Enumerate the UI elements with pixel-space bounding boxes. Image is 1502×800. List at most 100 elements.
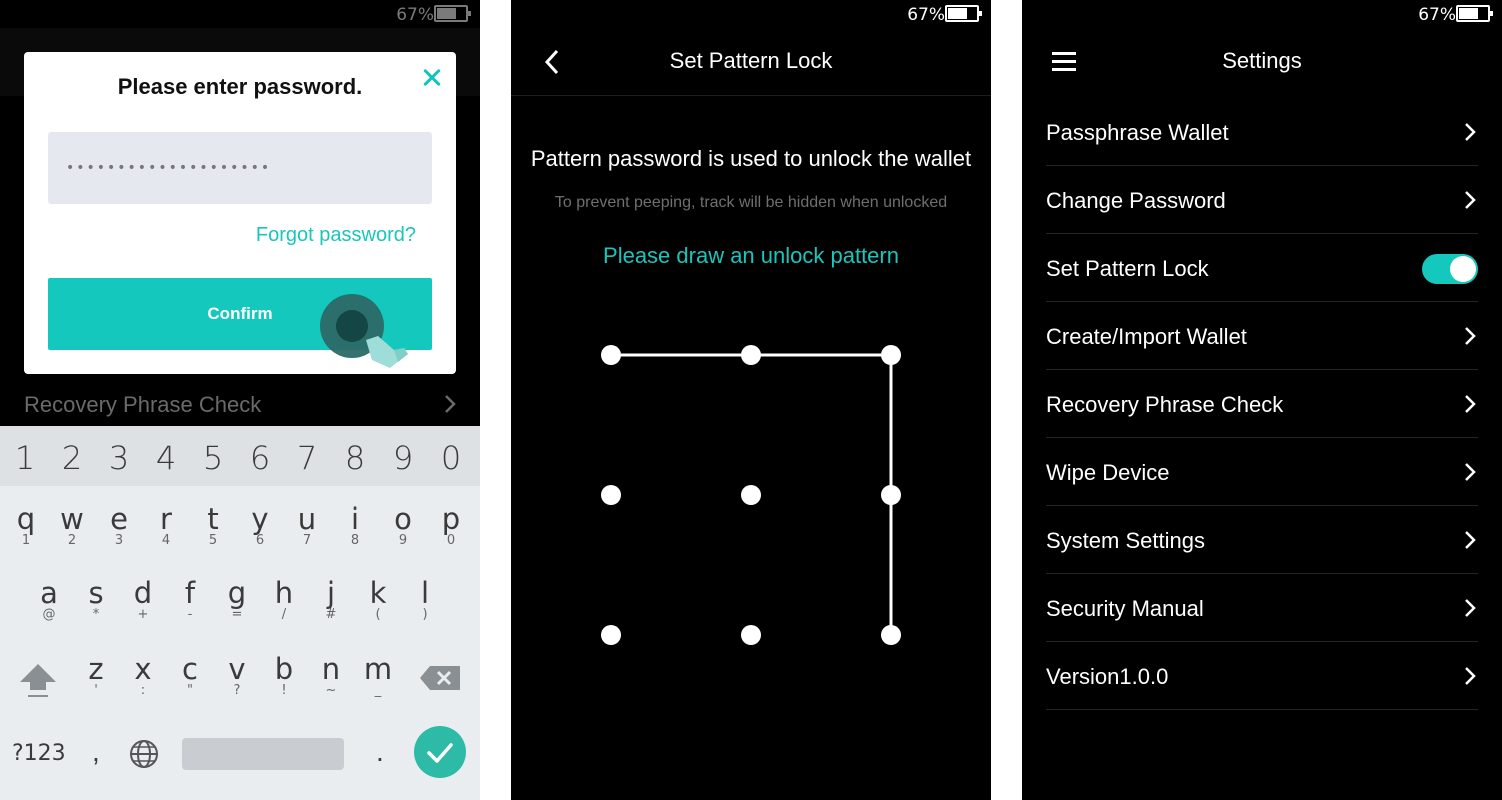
key-b[interactable]: b!	[261, 654, 307, 698]
key-letter: a	[40, 576, 58, 610]
key-o[interactable]: o9	[380, 504, 426, 548]
globe-icon[interactable]	[128, 738, 160, 770]
recovery-phrase-check-row[interactable]: Recovery Phrase Check	[0, 380, 480, 426]
key-hint: /	[281, 607, 287, 622]
settings-item-system-settings[interactable]: System Settings	[1046, 506, 1478, 574]
key-hint: "	[187, 683, 193, 698]
settings-item-label: System Settings	[1046, 528, 1205, 553]
settings-item-change-password[interactable]: Change Password	[1046, 166, 1478, 234]
settings-item-label: Security Manual	[1046, 596, 1204, 621]
key-e[interactable]: e3	[96, 504, 142, 548]
settings-item-set-pattern-lock[interactable]: Set Pattern Lock	[1046, 234, 1478, 302]
key-hint: 6	[255, 533, 265, 548]
key-letter: x	[134, 652, 152, 686]
key-6[interactable]: 6	[237, 439, 283, 477]
period-key[interactable]: .	[376, 736, 384, 768]
key-hint: :	[140, 683, 146, 698]
key-2[interactable]: 2	[49, 439, 95, 477]
space-bar[interactable]	[182, 738, 344, 770]
settings-item-label: Change Password	[1046, 188, 1226, 213]
key-u[interactable]: u7	[284, 504, 330, 548]
key-8[interactable]: 8	[332, 439, 378, 477]
pattern-dot-6[interactable]	[881, 485, 901, 505]
key-hint: ~	[325, 683, 337, 698]
pattern-dot-5[interactable]	[741, 485, 761, 505]
key-hint: =	[231, 607, 243, 622]
pattern-lock-toggle[interactable]	[1422, 254, 1478, 284]
key-letter: y	[251, 502, 269, 536]
settings-item-recovery-phrase-check[interactable]: Recovery Phrase Check	[1046, 370, 1478, 438]
key-h[interactable]: h /	[261, 578, 307, 622]
key-q[interactable]: q1	[3, 504, 49, 548]
password-input[interactable]	[48, 132, 432, 204]
key-3[interactable]: 3	[96, 439, 142, 477]
page-title: Settings	[1222, 48, 1302, 73]
key-p[interactable]: p0	[428, 504, 474, 548]
chevron-right-icon	[1465, 531, 1476, 549]
key-7[interactable]: 7	[284, 439, 330, 477]
settings-item-version1-0-0[interactable]: Version1.0.0	[1046, 642, 1478, 710]
pattern-dot-1[interactable]	[601, 345, 621, 365]
pattern-dot-8[interactable]	[741, 625, 761, 645]
key-d[interactable]: d +	[120, 578, 166, 622]
shift-key-icon[interactable]	[18, 660, 58, 700]
key-v[interactable]: v?	[214, 654, 260, 698]
soft-keyboard: 1234567890 q1w2e3r4t5y6u7i8o9p0 a @ s * d + f -…	[0, 426, 480, 800]
chevron-right-icon	[1465, 463, 1476, 481]
checkmark-icon	[427, 743, 453, 763]
pattern-dot-2[interactable]	[741, 345, 761, 365]
close-icon[interactable]	[418, 64, 446, 92]
key-w[interactable]: w2	[49, 504, 95, 548]
key-5[interactable]: 5	[190, 439, 236, 477]
key-hint: -	[187, 607, 193, 622]
key-t[interactable]: t5	[190, 504, 236, 548]
key-0[interactable]: 0	[428, 439, 474, 477]
battery-icon	[1456, 5, 1493, 22]
key-a[interactable]: a @	[26, 578, 72, 622]
key-hint: 7	[302, 533, 312, 548]
pattern-dot-7[interactable]	[601, 625, 621, 645]
key-4[interactable]: 4	[143, 439, 189, 477]
pattern-dot-3[interactable]	[881, 345, 901, 365]
comma-key[interactable]: ,	[92, 736, 100, 768]
key-letter: e	[110, 502, 128, 536]
key-y[interactable]: y6	[237, 504, 283, 548]
key-letter: w	[60, 502, 84, 536]
chevron-right-icon	[445, 395, 456, 413]
enter-key[interactable]	[414, 726, 466, 778]
backspace-key-icon[interactable]	[420, 664, 462, 692]
forgot-password-link[interactable]: Forgot password?	[256, 224, 416, 247]
key-k[interactable]: k(	[355, 578, 401, 622]
key-m[interactable]: m _	[355, 654, 401, 698]
pattern-dot-4[interactable]	[601, 485, 621, 505]
key-f[interactable]: f-	[167, 578, 213, 622]
password-screen: 67% Please enter password. Forgot passwo…	[0, 0, 480, 800]
settings-item-label: Version1.0.0	[1046, 664, 1169, 689]
key-letter: p	[441, 502, 461, 536]
settings-list: Passphrase Wallet Change Password Set Patt…	[1046, 98, 1478, 710]
key-9[interactable]: 9	[380, 439, 426, 477]
battery-percent: 67%	[396, 5, 434, 25]
key-i[interactable]: i8	[332, 504, 378, 548]
key-l[interactable]: l)	[402, 578, 448, 622]
key-hint: ?	[233, 683, 241, 698]
key-g[interactable]: g =	[214, 578, 260, 622]
symbols-key[interactable]: ?123	[12, 741, 66, 766]
pattern-grid[interactable]	[511, 0, 991, 800]
key-n[interactable]: n ~	[308, 654, 354, 698]
settings-item-security-manual[interactable]: Security Manual	[1046, 574, 1478, 642]
settings-item-passphrase-wallet[interactable]: Passphrase Wallet	[1046, 98, 1478, 166]
key-1[interactable]: 1	[2, 439, 48, 477]
key-z[interactable]: z '	[73, 654, 119, 698]
chevron-right-icon	[1465, 667, 1476, 685]
key-x[interactable]: x:	[120, 654, 166, 698]
key-r[interactable]: r4	[143, 504, 189, 548]
settings-item-create-import-wallet[interactable]: Create/Import Wallet	[1046, 302, 1478, 370]
key-s[interactable]: s *	[73, 578, 119, 622]
settings-screen: 67% Settings Passphrase Wallet Change Pas…	[1022, 0, 1502, 800]
settings-item-wipe-device[interactable]: Wipe Device	[1046, 438, 1478, 506]
key-c[interactable]: c "	[167, 654, 213, 698]
key-letter: z	[88, 652, 104, 686]
pattern-dot-9[interactable]	[881, 625, 901, 645]
key-j[interactable]: j #	[308, 578, 354, 622]
